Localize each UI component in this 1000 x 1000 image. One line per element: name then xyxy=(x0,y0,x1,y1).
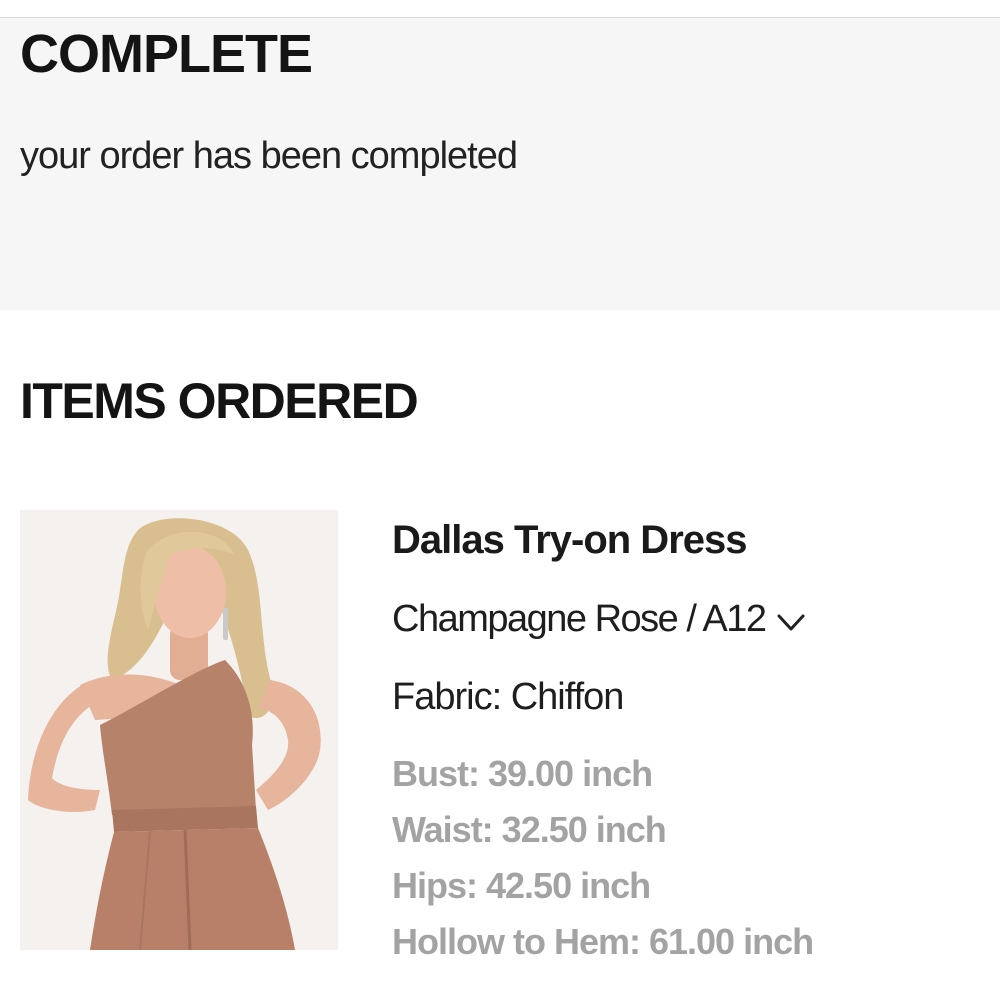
top-divider xyxy=(0,0,1000,18)
order-complete-message: your order has been completed xyxy=(20,135,518,177)
measurement-hollow-to-hem: Hollow to Hem: 61.00 inch xyxy=(392,921,814,962)
complete-heading: COMPLETE xyxy=(20,24,313,84)
variant-selector[interactable]: Champagne Rose / A12 xyxy=(392,594,992,644)
chevron-down-icon[interactable] xyxy=(774,602,808,636)
product-details: Dallas Try-on Dress Champagne Rose / A12… xyxy=(392,512,992,970)
product-image[interactable] xyxy=(20,510,338,950)
measurement-waist: Waist: 32.50 inch xyxy=(392,809,667,850)
order-complete-panel: COMPLETE your order has been completed xyxy=(0,18,1000,310)
items-ordered-heading: ITEMS ORDERED xyxy=(20,373,419,429)
fabric-label: Fabric: Chiffon xyxy=(392,676,624,718)
dress-model-illustration xyxy=(20,510,338,950)
product-name[interactable]: Dallas Try-on Dress xyxy=(392,512,992,568)
measurement-bust: Bust: 39.00 inch xyxy=(392,753,653,794)
variant-label: Champagne Rose / A12 xyxy=(392,598,767,640)
measurement-hips: Hips: 42.50 inch xyxy=(392,865,651,906)
